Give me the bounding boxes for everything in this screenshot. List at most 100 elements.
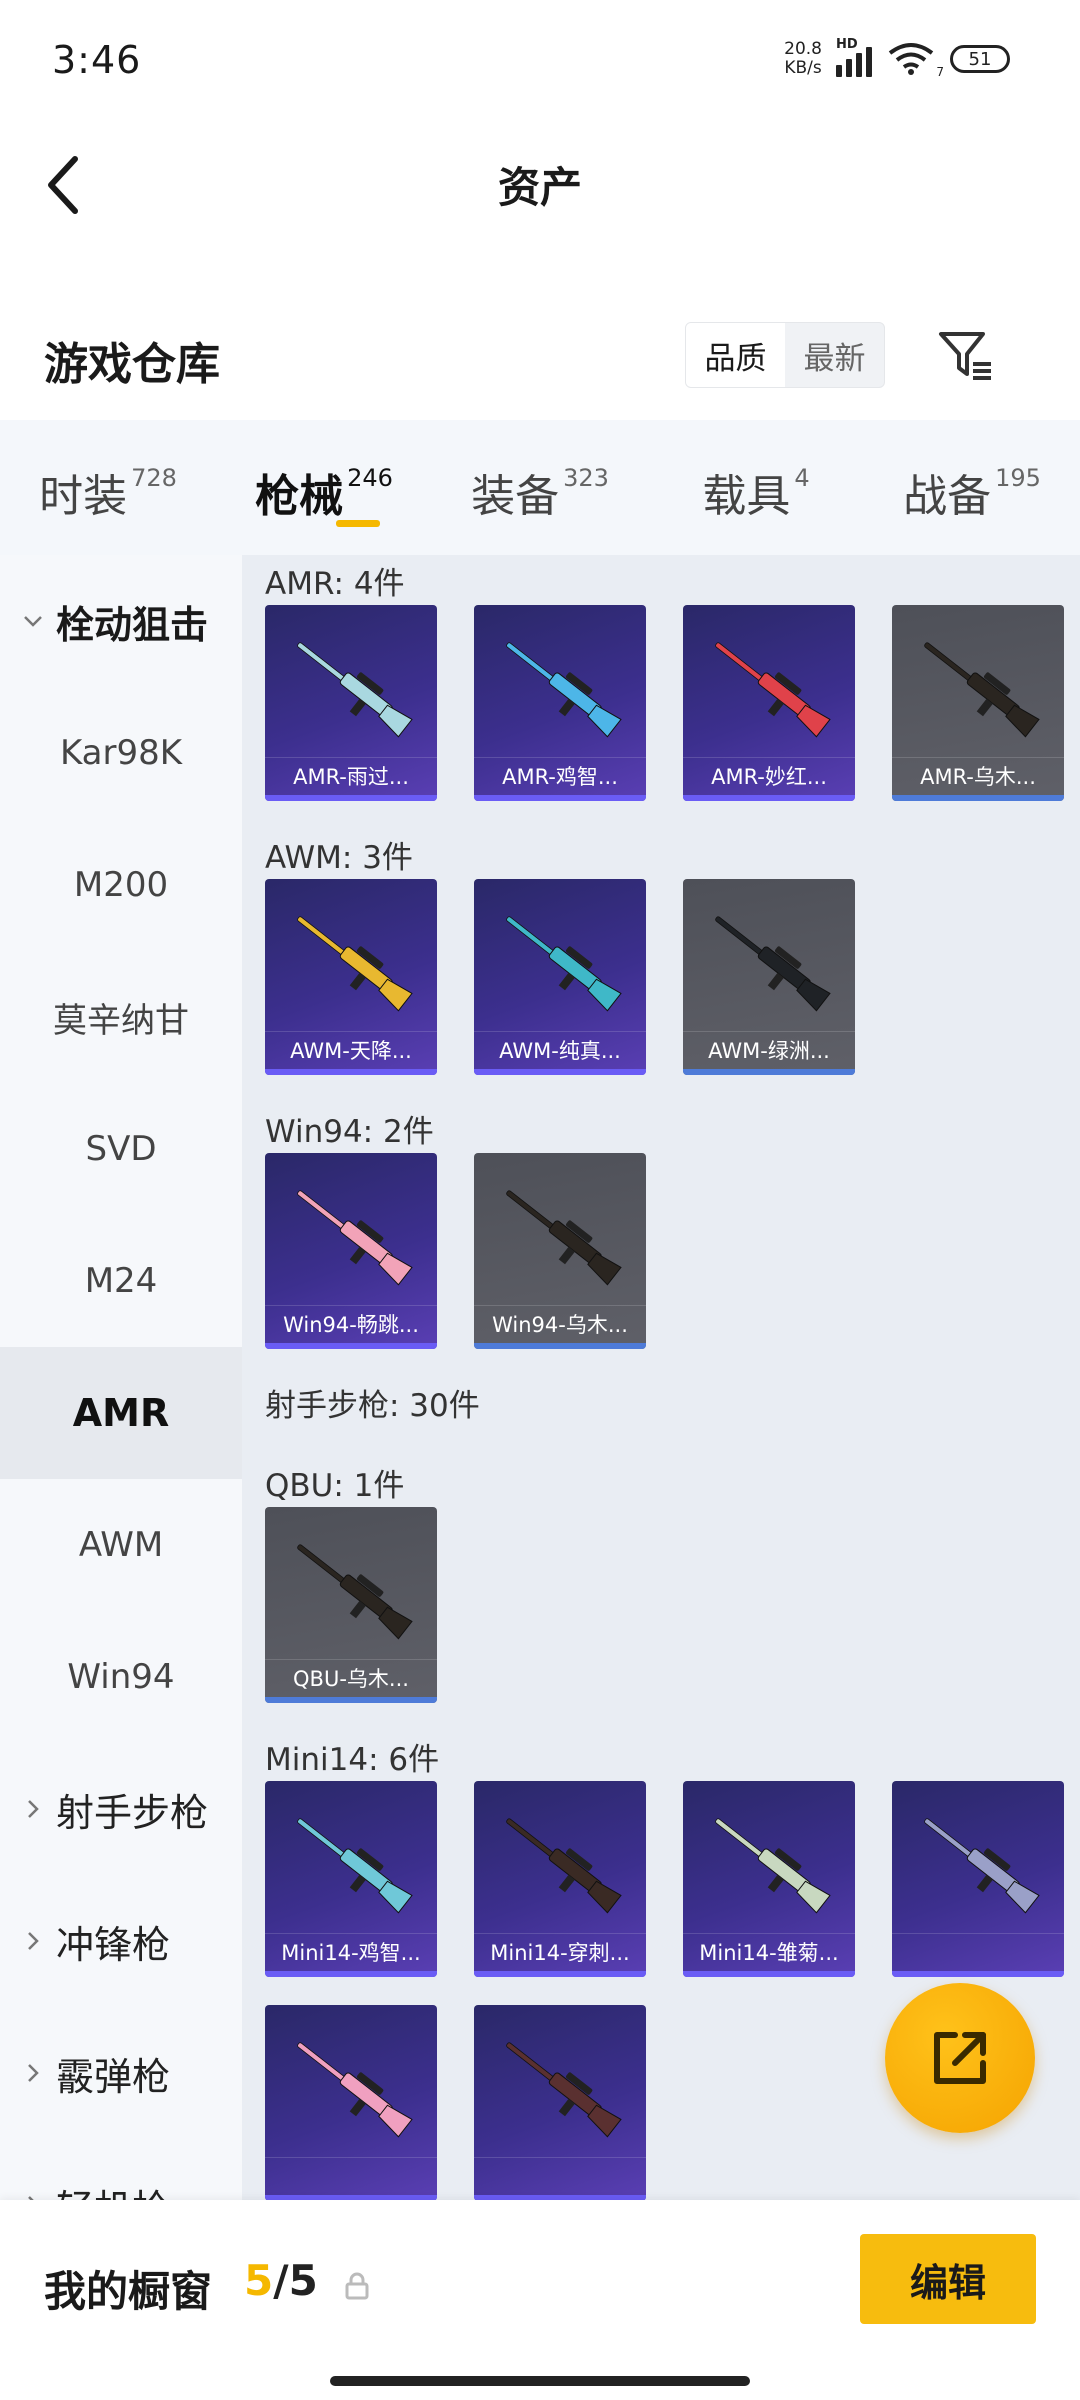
weapon-skin-card[interactable]: AWM-天降... bbox=[265, 879, 437, 1075]
tab-category-2[interactable]: 装备 323 bbox=[432, 420, 648, 555]
sort-quality-option[interactable]: 品质 bbox=[686, 323, 785, 387]
sidebar-item-label: AMR bbox=[72, 1391, 170, 1435]
rarity-bar bbox=[474, 795, 646, 801]
weapon-skin-card[interactable]: Mini14-雏菊... bbox=[683, 1781, 855, 1977]
sidebar-item-10[interactable]: 冲锋枪 bbox=[0, 1875, 242, 2007]
weapon-skin-name: QBU-乌木... bbox=[265, 1659, 437, 1697]
tab-count: 4 bbox=[794, 464, 810, 492]
sidebar-item-1[interactable]: Kar98K bbox=[0, 687, 242, 819]
sidebar-item-11[interactable]: 霰弹枪 bbox=[0, 2007, 242, 2139]
sidebar-item-label: SVD bbox=[85, 1129, 157, 1169]
weapon-skin-card[interactable]: AWM-纯真... bbox=[474, 879, 646, 1075]
battery-indicator: 51 bbox=[950, 45, 1010, 73]
sort-toggle: 品质 最新 bbox=[685, 322, 885, 388]
share-external-icon bbox=[934, 2032, 986, 2084]
weapon-skin-name: Win94-畅跳... bbox=[265, 1305, 437, 1343]
filter-icon bbox=[939, 332, 991, 380]
weapon-skin-name: Mini14-穿刺... bbox=[474, 1933, 646, 1971]
sidebar-item-2[interactable]: M200 bbox=[0, 819, 242, 951]
tab-label: 时装 bbox=[39, 471, 128, 522]
sidebar-item-0[interactable]: 栓动狙击 bbox=[0, 555, 242, 687]
rarity-bar bbox=[474, 1971, 646, 1977]
section-title: AMR: 4件 bbox=[265, 565, 405, 602]
weapon-skin-card[interactable] bbox=[892, 1781, 1064, 1977]
warehouse-header: 游戏仓库 品质 最新 bbox=[0, 300, 1080, 410]
weapon-skin-card[interactable]: AWM-绿洲... bbox=[683, 879, 855, 1075]
weapon-skin-card[interactable] bbox=[474, 2005, 646, 2200]
tab-label: 战备 bbox=[903, 471, 992, 522]
weapon-grid-row: AWM-天降... AWM-纯真... AWM-绿洲... bbox=[242, 879, 1080, 1075]
sidebar-item-7[interactable]: AWM bbox=[0, 1479, 242, 1611]
chevron-right-icon bbox=[28, 2196, 34, 2200]
weapon-skin-card[interactable]: QBU-乌木... bbox=[265, 1507, 437, 1703]
share-floating-button[interactable] bbox=[885, 1983, 1035, 2133]
filter-button[interactable] bbox=[935, 326, 995, 386]
weapon-skin-name: AWM-纯真... bbox=[474, 1031, 646, 1069]
section-title: 射手步枪: 30件 bbox=[265, 1387, 480, 1424]
category-tabs: 时装 728 枪械 246 装备 323 载具 4 战备 195 bbox=[0, 420, 1080, 555]
weapon-skin-card[interactable] bbox=[265, 2005, 437, 2200]
sidebar-item-label: 莫辛纳甘 bbox=[53, 1000, 189, 1041]
weapon-skin-card[interactable]: Mini14-鸡智... bbox=[265, 1781, 437, 1977]
chevron-right-icon bbox=[28, 2064, 39, 2082]
sidebar-item-4[interactable]: SVD bbox=[0, 1083, 242, 1215]
sidebar-item-label: Win94 bbox=[67, 1657, 175, 1697]
lock-icon bbox=[345, 2272, 369, 2300]
sidebar-item-label: AWM bbox=[78, 1525, 164, 1565]
weapon-skin-card[interactable]: Mini14-穿刺... bbox=[474, 1781, 646, 1977]
rarity-bar bbox=[683, 795, 855, 801]
sidebar-item-8[interactable]: Win94 bbox=[0, 1611, 242, 1743]
rarity-bar bbox=[265, 1971, 437, 1977]
weapon-skin-name: AMR-妙红... bbox=[683, 757, 855, 795]
sidebar-item-5[interactable]: M24 bbox=[0, 1215, 242, 1347]
rarity-bar bbox=[474, 1069, 646, 1075]
sidebar-item-12[interactable]: 轻机枪 bbox=[0, 2139, 242, 2200]
weapon-skin-name bbox=[892, 1933, 1064, 1971]
weapon-skin-name: AMR-鸡智... bbox=[474, 757, 646, 795]
tab-label: 装备 bbox=[471, 471, 560, 522]
sidebar-item-6[interactable]: AMR bbox=[0, 1347, 242, 1479]
sidebar-item-label: 栓动狙击 bbox=[56, 602, 209, 647]
net-speed: 20.8 KB/s bbox=[784, 39, 822, 78]
tab-category-4[interactable]: 战备 195 bbox=[864, 420, 1080, 555]
weapon-skin-card[interactable]: AMR-雨过... bbox=[265, 605, 437, 801]
weapon-grid-row: AMR-雨过... AMR-鸡智... AMR-妙红... AMR-乌木... bbox=[242, 605, 1080, 801]
weapon-skin-card[interactable]: AMR-乌木... bbox=[892, 605, 1064, 801]
weapon-skin-card[interactable]: AMR-妙红... bbox=[683, 605, 855, 801]
weapon-skin-name: Mini14-雏菊... bbox=[683, 1933, 855, 1971]
sidebar-item-label: 霰弹枪 bbox=[56, 2054, 171, 2099]
status-time: 3:46 bbox=[52, 38, 142, 82]
rarity-bar bbox=[892, 795, 1064, 801]
warehouse-title: 游戏仓库 bbox=[44, 339, 220, 390]
sidebar-item-3[interactable]: 莫辛纳甘 bbox=[0, 951, 242, 1083]
weapon-grid-row: Win94-畅跳... Win94-乌木... bbox=[242, 1153, 1080, 1349]
rarity-bar bbox=[265, 1343, 437, 1349]
status-bar: 3:46 20.8 KB/s HD 7 51 bbox=[0, 0, 1080, 120]
page-title: 资产 bbox=[497, 163, 582, 212]
active-tab-indicator bbox=[336, 520, 380, 527]
section-title: AWM: 3件 bbox=[265, 839, 413, 876]
weapon-skin-card[interactable]: Win94-乌木... bbox=[474, 1153, 646, 1349]
showcase-label: 我的橱窗 bbox=[44, 2267, 213, 2316]
tab-category-3[interactable]: 载具 4 bbox=[648, 420, 864, 555]
weapon-skin-name: Win94-乌木... bbox=[474, 1305, 646, 1343]
tab-category-0[interactable]: 时装 728 bbox=[0, 420, 216, 555]
sidebar-item-label: M24 bbox=[84, 1261, 158, 1301]
weapon-grid-row: QBU-乌木... bbox=[242, 1507, 1080, 1703]
sort-newest-option[interactable]: 最新 bbox=[785, 323, 884, 387]
sidebar-item-9[interactable]: 射手步枪 bbox=[0, 1743, 242, 1875]
rarity-bar bbox=[683, 1069, 855, 1075]
weapon-skin-card[interactable]: Win94-畅跳... bbox=[265, 1153, 437, 1349]
weapon-skin-card[interactable]: AMR-鸡智... bbox=[474, 605, 646, 801]
sidebar-item-label: Kar98K bbox=[59, 733, 183, 773]
rarity-bar bbox=[265, 795, 437, 801]
tab-category-1[interactable]: 枪械 246 bbox=[216, 420, 432, 555]
tab-label: 载具 bbox=[702, 471, 791, 522]
section-title: QBU: 1件 bbox=[265, 1467, 405, 1504]
weapon-skin-name bbox=[265, 2157, 437, 2195]
weapon-skin-name: AWM-绿洲... bbox=[683, 1031, 855, 1069]
weapon-grid-row: Mini14-鸡智... Mini14-穿刺... Mini14-雏菊... bbox=[242, 1781, 1080, 1977]
chevron-right-icon bbox=[28, 1932, 39, 1950]
rarity-bar bbox=[892, 1971, 1064, 1977]
edit-button[interactable]: 编辑 bbox=[860, 2234, 1036, 2324]
